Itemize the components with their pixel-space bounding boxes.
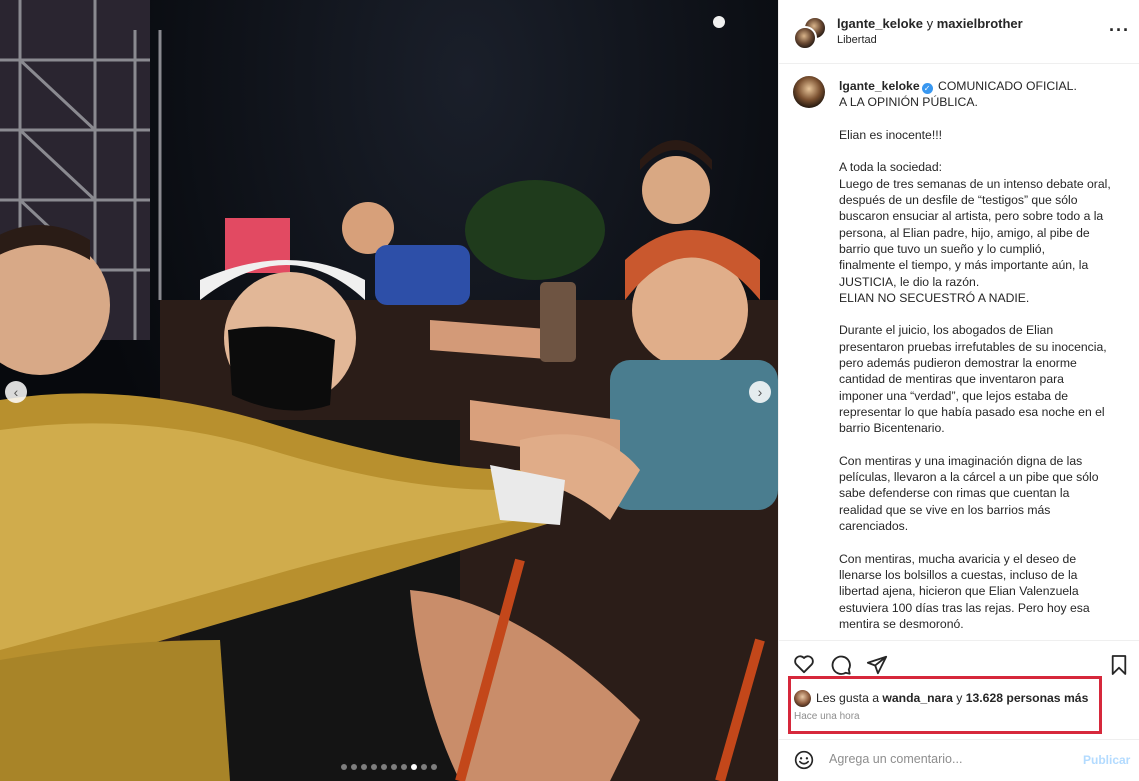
caption-line: películas, llevaron a la cárcel a un pib…	[839, 470, 1099, 485]
carousel-dot	[401, 764, 407, 770]
avatar[interactable]	[793, 26, 817, 50]
share-icon[interactable]	[866, 654, 888, 676]
caption-line: carenciados.	[839, 519, 909, 534]
caption-line: después de un desfile de “testigos” que …	[839, 193, 1078, 208]
tree	[465, 180, 605, 280]
instagram-post-view: ‹ › lgante_keloke y maxielbrother Libert…	[0, 0, 1139, 781]
carousel-dot	[411, 764, 417, 770]
post-side-panel: lgante_keloke y maxielbrother Libertad ·…	[778, 0, 1139, 781]
carousel-next-button[interactable]: ›	[749, 381, 771, 403]
caption-line: estuviera 100 días tras las rejas. Pero …	[839, 600, 1090, 615]
carousel-dot	[371, 764, 377, 770]
caption-line: pero además pudieron demostrar la enorme	[839, 356, 1077, 371]
location-link[interactable]: Libertad	[837, 34, 877, 46]
post-actions	[779, 640, 1139, 680]
caption-line: finalmente el tiempo, y más importante a…	[839, 258, 1089, 273]
chevron-right-icon: ›	[757, 384, 763, 400]
collab-avatars[interactable]	[793, 16, 827, 50]
carousel-dot	[381, 764, 387, 770]
carousel-dot	[351, 764, 357, 770]
caption-line: realidad que se vive en los barrios más	[839, 502, 1051, 517]
verified-badge-icon: ✓	[921, 83, 933, 94]
publish-button[interactable]: Publicar	[1083, 753, 1130, 767]
caption-line: JUSTICIA, le dio la razón.	[839, 274, 980, 289]
caption-username[interactable]: lgante_keloke	[839, 79, 920, 93]
caption-line: Con mentiras, mucha avaricia y el deseo …	[839, 551, 1077, 566]
caption-line: Con mentiras y una imaginación digna de …	[839, 453, 1083, 468]
caption-line: persona, al Elian padre, hijo, amigo, al…	[839, 225, 1090, 240]
caption-line: representar lo que había pasado esa noch…	[839, 404, 1105, 419]
caption-line: A LA OPINIÓN PÚBLICA.	[839, 95, 978, 110]
likes-summary[interactable]: Les gusta a wanda_nara y 13.628 personas…	[816, 691, 1088, 705]
caption-line: barrio que tuvo un sueño y lo cumplió,	[839, 241, 1045, 256]
author-link-1[interactable]: lgante_keloke	[837, 16, 923, 31]
post-caption: lgante_keloke ✓ COMUNICADO OFICIAL. A LA …	[779, 64, 1139, 640]
avatar[interactable]	[794, 690, 811, 707]
carousel-dot	[421, 764, 427, 770]
caption-line: Luego de tres semanas de un intenso deba…	[839, 176, 1111, 191]
carousel-dot	[341, 764, 347, 770]
emoji-icon[interactable]	[794, 750, 814, 770]
caption-line: libertad ajena, hicieron que Elian Valen…	[839, 584, 1079, 599]
caption-line: buscaron ensuciar al artista, pero sobre…	[839, 209, 1104, 224]
heart-icon[interactable]	[793, 654, 815, 674]
caption-body: A LA OPINIÓN PÚBLICA. Elian es inocente!!…	[839, 94, 1124, 632]
author-link-2[interactable]: maxielbrother	[937, 16, 1023, 31]
carousel-dot	[391, 764, 397, 770]
carousel-indicator	[341, 764, 437, 770]
post-header: lgante_keloke y maxielbrother Libertad ·…	[779, 0, 1139, 64]
bookmark-icon[interactable]	[1110, 654, 1128, 676]
caption-line: Elian es inocente!!!	[839, 127, 942, 142]
caption-line: mentira se desmoronó.	[839, 616, 964, 631]
more-horizontal-icon[interactable]: ···	[1109, 21, 1130, 39]
caption-line: imponer una “verdad”, que lejos estaba d…	[839, 388, 1068, 403]
moon	[713, 16, 725, 28]
caption-line: ELIAN NO SECUESTRÓ A NADIE.	[839, 290, 1030, 305]
comment-bar: Publicar	[779, 739, 1139, 781]
caption-line: sabe defenderse con rimas que cuentan la	[839, 486, 1070, 501]
post-timestamp[interactable]: Hace una hora	[794, 711, 860, 722]
carousel-dot	[361, 764, 367, 770]
caption-line: presentaron pruebas irrefutables de su i…	[839, 339, 1107, 354]
carousel-dot	[431, 764, 437, 770]
chevron-left-icon: ‹	[13, 384, 19, 400]
caption-line: llenarse los bolsillos a cuestas, inclus…	[839, 567, 1078, 582]
avatar[interactable]	[793, 76, 825, 108]
caption-text: lgante_keloke ✓ COMUNICADO OFICIAL. A LA …	[839, 78, 1124, 632]
caption-first-line: COMUNICADO OFICIAL.	[938, 79, 1077, 93]
caption-line: A toda la sociedad:	[839, 160, 942, 175]
caption-line: cantidad de mentiras que inventaron para	[839, 372, 1064, 387]
concert-photo-illustration	[0, 0, 778, 781]
caption-line: barrio Bicentenario.	[839, 421, 945, 436]
comment-input[interactable]	[829, 752, 1069, 766]
post-authors: lgante_keloke y maxielbrother	[837, 16, 1023, 31]
post-photo[interactable]: ‹ ›	[0, 0, 778, 781]
liker-username[interactable]: wanda_nara	[882, 691, 952, 705]
likes-highlight-box	[788, 676, 1102, 734]
caption-line: Durante el juicio, los abogados de Elian	[839, 323, 1054, 338]
likes-count[interactable]: 13.628 personas más	[966, 691, 1089, 705]
authors-conjunction: y	[926, 16, 934, 31]
comment-icon[interactable]	[830, 654, 852, 676]
likes-conjunction: y	[956, 691, 963, 705]
carousel-prev-button[interactable]: ‹	[5, 381, 27, 403]
likes-prefix: Les gusta a	[816, 691, 880, 705]
